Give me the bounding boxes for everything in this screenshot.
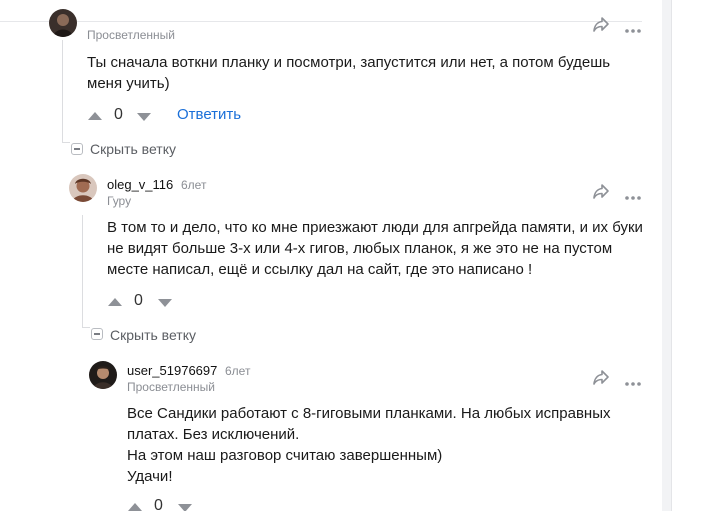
comment-text: Ты сначала воткни планку и посмотри, зап… [87, 52, 627, 94]
avatar[interactable] [69, 174, 97, 202]
share-icon[interactable] [591, 367, 611, 392]
reply-button[interactable]: Ответить [177, 106, 241, 123]
more-icon[interactable] [624, 188, 642, 206]
upvote-icon[interactable] [87, 109, 103, 127]
thread-line [62, 40, 63, 143]
comment-paragraph: Все Сандики работают с 8-гиговыми планка… [127, 405, 611, 443]
comment-paragraph: На этом наш разговор считаю завершенным) [127, 447, 443, 464]
thread-line [62, 142, 70, 143]
downvote-icon[interactable] [177, 501, 193, 511]
vote-count: 0 [154, 497, 163, 511]
more-icon[interactable] [624, 21, 642, 39]
comment-rank: Просветленный [87, 28, 175, 42]
comment-text: Все Сандики работают с 8-гиговыми планка… [127, 403, 637, 487]
hide-branch-label[interactable]: Скрыть ветку [110, 327, 196, 343]
thread-line [82, 215, 83, 327]
upvote-icon[interactable] [127, 500, 143, 511]
downvote-icon[interactable] [157, 296, 173, 314]
comment-rank: Гуру [107, 194, 132, 208]
comment-paragraph: Удачи! [127, 468, 173, 485]
collapse-icon[interactable] [71, 143, 83, 155]
hide-branch-label[interactable]: Скрыть ветку [90, 141, 176, 157]
comment-text: В том то и дело, что ко мне приезжают лю… [107, 217, 647, 280]
collapse-icon[interactable] [91, 328, 103, 340]
comments-panel: Просветленный Ты сначала воткни планку и… [0, 0, 662, 511]
downvote-icon[interactable] [136, 110, 152, 128]
comment-age: 6лет [225, 364, 251, 378]
upvote-icon[interactable] [107, 295, 123, 313]
comment-age: 6лет [181, 178, 207, 192]
vote-count: 0 [114, 106, 123, 123]
right-sidebar [671, 0, 706, 511]
avatar[interactable] [89, 361, 117, 389]
comment-username[interactable]: oleg_v_116 [107, 177, 173, 192]
more-icon[interactable] [624, 374, 642, 392]
share-icon[interactable] [591, 181, 611, 206]
thread-line [82, 327, 90, 328]
vote-count: 0 [134, 292, 143, 309]
avatar[interactable] [49, 9, 77, 37]
comment-paragraph: Ты сначала воткни планку и посмотри, зап… [87, 54, 611, 92]
top-strip [0, 0, 642, 22]
comment-username[interactable]: user_51976697 [127, 363, 217, 378]
comment-paragraph: В том то и дело, что ко мне приезжают лю… [107, 219, 643, 278]
comment-rank: Просветленный [127, 380, 215, 394]
share-icon[interactable] [591, 14, 611, 39]
